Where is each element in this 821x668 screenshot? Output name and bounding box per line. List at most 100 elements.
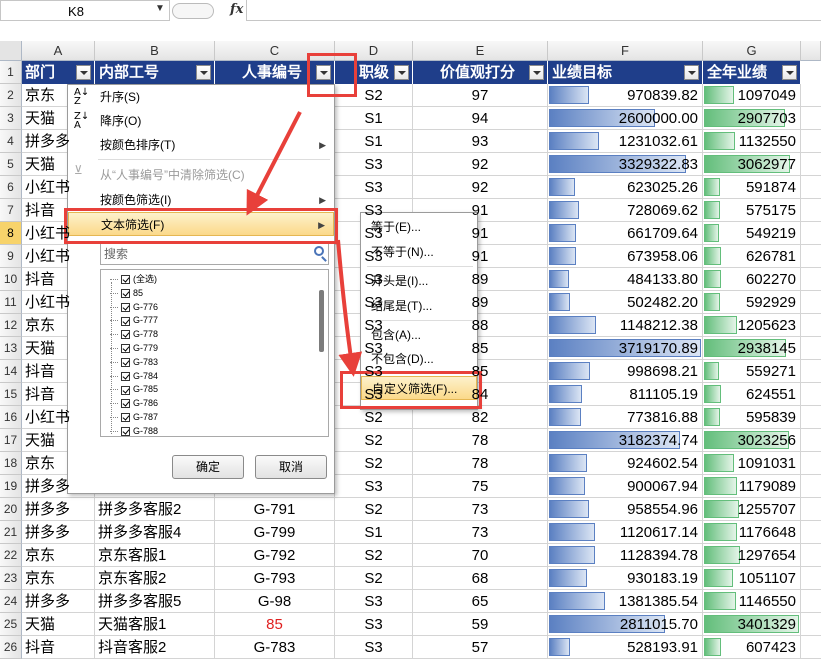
cell-g7[interactable]: 575175: [703, 199, 801, 222]
row-header-1[interactable]: 1: [0, 61, 22, 84]
cell-extra[interactable]: [801, 452, 821, 475]
cell-extra[interactable]: [801, 153, 821, 176]
cell-g25[interactable]: 3401329: [703, 613, 801, 636]
cell-g18[interactable]: 1091031: [703, 452, 801, 475]
checkbox-checked-icon[interactable]: [121, 413, 130, 423]
cell-c21[interactable]: G-799: [215, 521, 335, 544]
cell-d25[interactable]: S3: [335, 613, 413, 636]
filter-dropdown-button[interactable]: [684, 65, 699, 80]
row-header-16[interactable]: 16: [0, 406, 22, 429]
cell-g19[interactable]: 1179089: [703, 475, 801, 498]
row-header-24[interactable]: 24: [0, 590, 22, 613]
row-header-2[interactable]: 2: [0, 84, 22, 107]
cell-d17[interactable]: S2: [335, 429, 413, 452]
checkbox-checked-icon[interactable]: [121, 288, 130, 298]
cell-e6[interactable]: 92: [413, 176, 548, 199]
cell-f8[interactable]: 661709.64: [548, 222, 703, 245]
cell-f10[interactable]: 484133.80: [548, 268, 703, 291]
cell-e18[interactable]: 78: [413, 452, 548, 475]
cell-g23[interactable]: 1051107: [703, 567, 801, 590]
cell-a22[interactable]: 京东: [22, 544, 95, 567]
cell-c24[interactable]: G-98: [215, 590, 335, 613]
filter-checkbox-item[interactable]: (全选): [110, 272, 157, 286]
cell-c22[interactable]: G-792: [215, 544, 335, 567]
cell-g14[interactable]: 559271: [703, 360, 801, 383]
filter-checkbox-item[interactable]: G-776: [110, 300, 158, 314]
cell-f15[interactable]: 811105.19: [548, 383, 703, 406]
cell-e3[interactable]: 94: [413, 107, 548, 130]
filter-dropdown-button[interactable]: [394, 65, 409, 80]
cell-f5[interactable]: 3329322.83: [548, 153, 703, 176]
cell-g8[interactable]: 549219: [703, 222, 801, 245]
cell-f3[interactable]: 2600000.00: [548, 107, 703, 130]
cell-f12[interactable]: 1148212.38: [548, 314, 703, 337]
cell-extra[interactable]: [801, 590, 821, 613]
cell-extra[interactable]: [801, 544, 821, 567]
row-header-21[interactable]: 21: [0, 521, 22, 544]
cell-e17[interactable]: 78: [413, 429, 548, 452]
cell-extra[interactable]: [801, 268, 821, 291]
sort-by-color-item[interactable]: 按颜色排序(T) ▶: [68, 133, 334, 157]
checkbox-checked-icon[interactable]: [121, 426, 130, 436]
column-header-g[interactable]: G: [703, 41, 801, 61]
row-header-3[interactable]: 3: [0, 107, 22, 130]
checkbox-checked-icon[interactable]: [121, 330, 130, 340]
cell-d4[interactable]: S1: [335, 130, 413, 153]
cell-g5[interactable]: 3062977: [703, 153, 801, 176]
row-header-9[interactable]: 9: [0, 245, 22, 268]
filter-checkbox-item[interactable]: G-785: [110, 382, 158, 396]
filter-checkbox-item[interactable]: G-779: [110, 341, 158, 355]
cell-g12[interactable]: 1205623: [703, 314, 801, 337]
cell-extra[interactable]: [801, 199, 821, 222]
cell-g20[interactable]: 1255707: [703, 498, 801, 521]
cell-extra[interactable]: [801, 521, 821, 544]
insert-function-icon[interactable]: fx: [230, 2, 243, 17]
cell-f23[interactable]: 930183.19: [548, 567, 703, 590]
cell-f22[interactable]: 1128394.78: [548, 544, 703, 567]
cell-e2[interactable]: 97: [413, 84, 548, 107]
cell-d19[interactable]: S3: [335, 475, 413, 498]
row-header-25[interactable]: 25: [0, 613, 22, 636]
filter-checkbox-item[interactable]: G-784: [110, 369, 158, 383]
cell-e24[interactable]: 65: [413, 590, 548, 613]
cell-e25[interactable]: 59: [413, 613, 548, 636]
cell-g15[interactable]: 624551: [703, 383, 801, 406]
cell-f24[interactable]: 1381385.54: [548, 590, 703, 613]
cell-g22[interactable]: 1297654: [703, 544, 801, 567]
sort-descending-item[interactable]: Z↓ A 降序(O): [68, 109, 334, 133]
cell-extra[interactable]: [801, 222, 821, 245]
cell-f9[interactable]: 673958.06: [548, 245, 703, 268]
cell-d18[interactable]: S2: [335, 452, 413, 475]
cell-b21[interactable]: 拼多多客服4: [95, 521, 215, 544]
cell-a24[interactable]: 拼多多: [22, 590, 95, 613]
cell-g21[interactable]: 1176648: [703, 521, 801, 544]
cell-f18[interactable]: 924602.54: [548, 452, 703, 475]
cell-e5[interactable]: 92: [413, 153, 548, 176]
cell-f17[interactable]: 3182374.74: [548, 429, 703, 452]
filter-search-input[interactable]: 搜索: [100, 243, 329, 265]
filter-checkbox-item[interactable]: 85: [110, 286, 143, 300]
cell-extra[interactable]: [801, 406, 821, 429]
filter-checkbox-item[interactable]: G-787: [110, 410, 158, 424]
cell-d24[interactable]: S3: [335, 590, 413, 613]
sort-ascending-item[interactable]: A↓ Z 升序(S): [68, 85, 334, 109]
cell-f16[interactable]: 773816.88: [548, 406, 703, 429]
cell-f25[interactable]: 2811015.70: [548, 613, 703, 636]
row-header-13[interactable]: 13: [0, 337, 22, 360]
row-header-4[interactable]: 4: [0, 130, 22, 153]
cancel-button[interactable]: 取消: [255, 455, 327, 479]
row-header-10[interactable]: 10: [0, 268, 22, 291]
cell-c25[interactable]: 85: [215, 613, 335, 636]
cell-e20[interactable]: 73: [413, 498, 548, 521]
cell-c20[interactable]: G-791: [215, 498, 335, 521]
cell-a20[interactable]: 拼多多: [22, 498, 95, 521]
cell-f2[interactable]: 970839.82: [548, 84, 703, 107]
cell-extra[interactable]: [801, 567, 821, 590]
row-header-26[interactable]: 26: [0, 636, 22, 659]
cell-b25[interactable]: 天猫客服1: [95, 613, 215, 636]
cell-f14[interactable]: 998698.21: [548, 360, 703, 383]
cell-f20[interactable]: 958554.96: [548, 498, 703, 521]
cell-g2[interactable]: 1097049: [703, 84, 801, 107]
cell-g26[interactable]: 607423: [703, 636, 801, 659]
cell-e23[interactable]: 68: [413, 567, 548, 590]
